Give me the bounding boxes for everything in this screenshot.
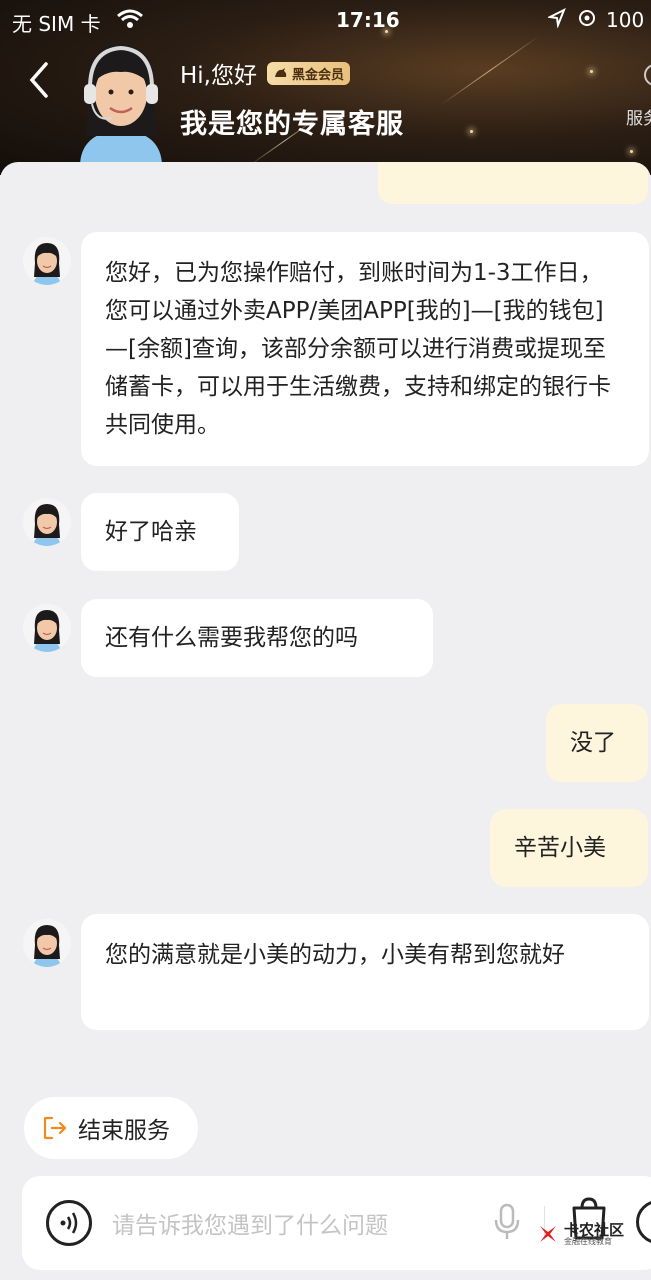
message-text: 辛苦小美 (514, 835, 606, 861)
user-message-bubble[interactable]: 辛苦小美 (490, 809, 648, 887)
agent-avatar[interactable] (23, 919, 71, 967)
location-icon (546, 7, 566, 33)
battery-text: 100 (606, 8, 645, 32)
chat-header: 无 SIM 卡 17:16 100 Hi,您好 黑金会员 我是您的专属客服 服 (0, 0, 651, 175)
carrier-text: 无 SIM 卡 (12, 12, 101, 36)
message-text: 您的满意就是小美的动力，小美有帮到您就好 (105, 942, 565, 968)
agent-message-bubble[interactable]: 还有什么需要我帮您的吗 (81, 599, 433, 677)
alarm-icon (577, 8, 597, 33)
message-text: 好了哈亲 (105, 519, 197, 545)
microphone-icon[interactable] (492, 1202, 522, 1242)
header-sparkle (440, 35, 540, 106)
agent-message-bubble[interactable]: 您好，已为您操作赔付，到账时间为1-3工作日，您可以通过外卖APP/美团APP[… (81, 232, 649, 466)
message-text: 还有什么需要我帮您的吗 (105, 625, 358, 651)
agent-message-bubble[interactable]: 您的满意就是小美的动力，小美有帮到您就好 (81, 914, 649, 1030)
clock: 17:16 (336, 8, 400, 32)
greeting-text: Hi,您好 (180, 63, 257, 89)
user-message-bubble[interactable]: 没了 (546, 704, 648, 782)
kangaroo-icon (275, 68, 287, 77)
previous-message-bubble (378, 162, 648, 204)
exit-icon (43, 1116, 67, 1140)
message-input[interactable]: 请告诉我您遇到了什么问题 (112, 1206, 388, 1240)
watermark-subtext: 金融在线教育 (564, 1236, 612, 1246)
watermark-text: 卡农社区 (564, 1220, 625, 1239)
agent-avatar[interactable] (23, 237, 71, 285)
page-title: 我是您的专属客服 (180, 109, 404, 140)
header-sparkle (630, 150, 633, 153)
agent-avatar[interactable] (23, 498, 71, 546)
voice-icon (60, 1212, 78, 1234)
service-link[interactable]: 服务 (626, 104, 651, 129)
more-options-button[interactable] (636, 1200, 651, 1244)
header-sparkle (470, 130, 473, 133)
chevron-left-icon (29, 62, 48, 98)
end-service-button[interactable]: 结束服务 (24, 1097, 198, 1159)
agent-message-bubble[interactable]: 好了哈亲 (81, 493, 239, 571)
header-sparkle (590, 70, 593, 73)
end-service-label: 结束服务 (78, 1118, 170, 1144)
agent-avatar[interactable] (23, 604, 71, 652)
greeting-line: Hi,您好 黑金会员 (180, 56, 351, 90)
agent-photo (80, 44, 162, 164)
vip-badge: 黑金会员 (267, 61, 351, 85)
message-text: 没了 (570, 730, 616, 756)
service-icon[interactable] (644, 64, 651, 86)
voice-toggle-button[interactable] (46, 1200, 92, 1246)
status-bar: 无 SIM 卡 17:16 100 (0, 6, 651, 36)
watermark-logo (540, 1226, 556, 1242)
vip-badge-label: 黑金会员 (292, 67, 345, 83)
watermark: 卡农社区 金融在线教育 (536, 1222, 624, 1246)
wifi-icon (116, 8, 144, 35)
message-text: 您好，已为您操作赔付，到账时间为1-3工作日，您可以通过外卖APP/美团APP[… (105, 260, 611, 438)
back-button[interactable] (26, 60, 56, 100)
